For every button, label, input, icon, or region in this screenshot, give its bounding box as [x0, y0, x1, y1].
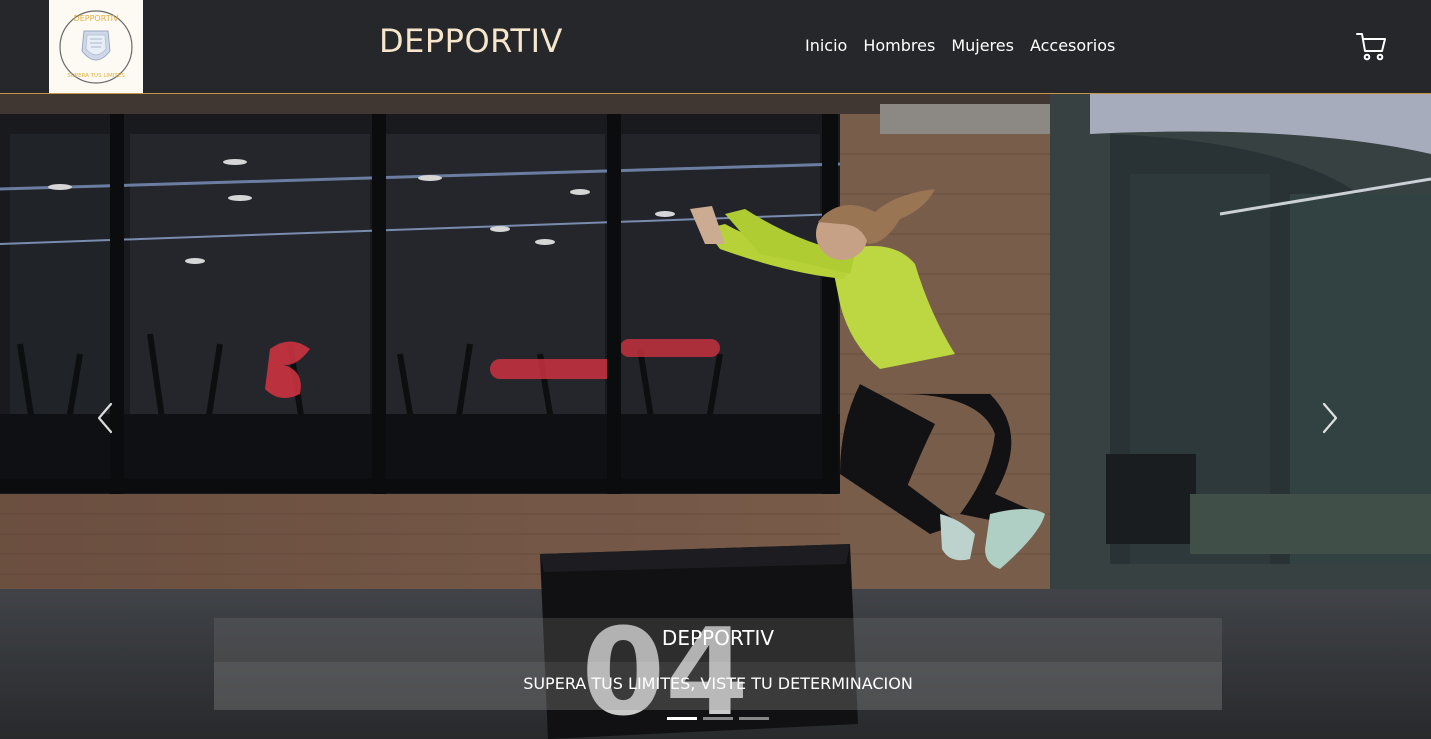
carousel-prev-button[interactable]: [93, 400, 117, 436]
nav-link-hombres[interactable]: Hombres: [863, 36, 935, 55]
brand-title[interactable]: DEPPORTIV: [379, 22, 563, 60]
chevron-right-icon: [1322, 402, 1338, 434]
nav-link-accesorios[interactable]: Accesorios: [1030, 36, 1115, 55]
logo[interactable]: DEPPORTIV SUPERA TUS LIMITES: [49, 0, 143, 93]
nav-link-mujeres[interactable]: Mujeres: [951, 36, 1014, 55]
carousel-indicator-3[interactable]: [739, 717, 769, 720]
chevron-left-icon: [97, 402, 113, 434]
hero-carousel: 04: [0, 94, 1431, 739]
caption-title: DEPPORTIV: [661, 626, 775, 650]
carousel-indicators: [667, 717, 769, 720]
depportiv-crest-logo-icon: DEPPORTIV SUPERA TUS LIMITES: [59, 9, 133, 84]
nav-link-inicio[interactable]: Inicio: [805, 36, 847, 55]
shopping-cart-icon[interactable]: [1355, 30, 1387, 62]
carousel-next-button[interactable]: [1318, 400, 1342, 436]
carousel-indicator-1[interactable]: [667, 717, 697, 720]
navbar: DEPPORTIV SUPERA TUS LIMITES DEPPORTIV I…: [0, 0, 1431, 94]
carousel-caption: DEPPORTIV SUPERA TUS LIMITES, VISTE TU D…: [214, 618, 1222, 710]
main-nav: Inicio Hombres Mujeres Accesorios: [805, 36, 1115, 55]
logo-text-top: DEPPORTIV: [74, 14, 119, 23]
caption-text: SUPERA TUS LIMITES, VISTE TU DETERMINACI…: [523, 674, 913, 693]
logo-text-bottom: SUPERA TUS LIMITES: [67, 73, 125, 79]
carousel-indicator-2[interactable]: [703, 717, 733, 720]
